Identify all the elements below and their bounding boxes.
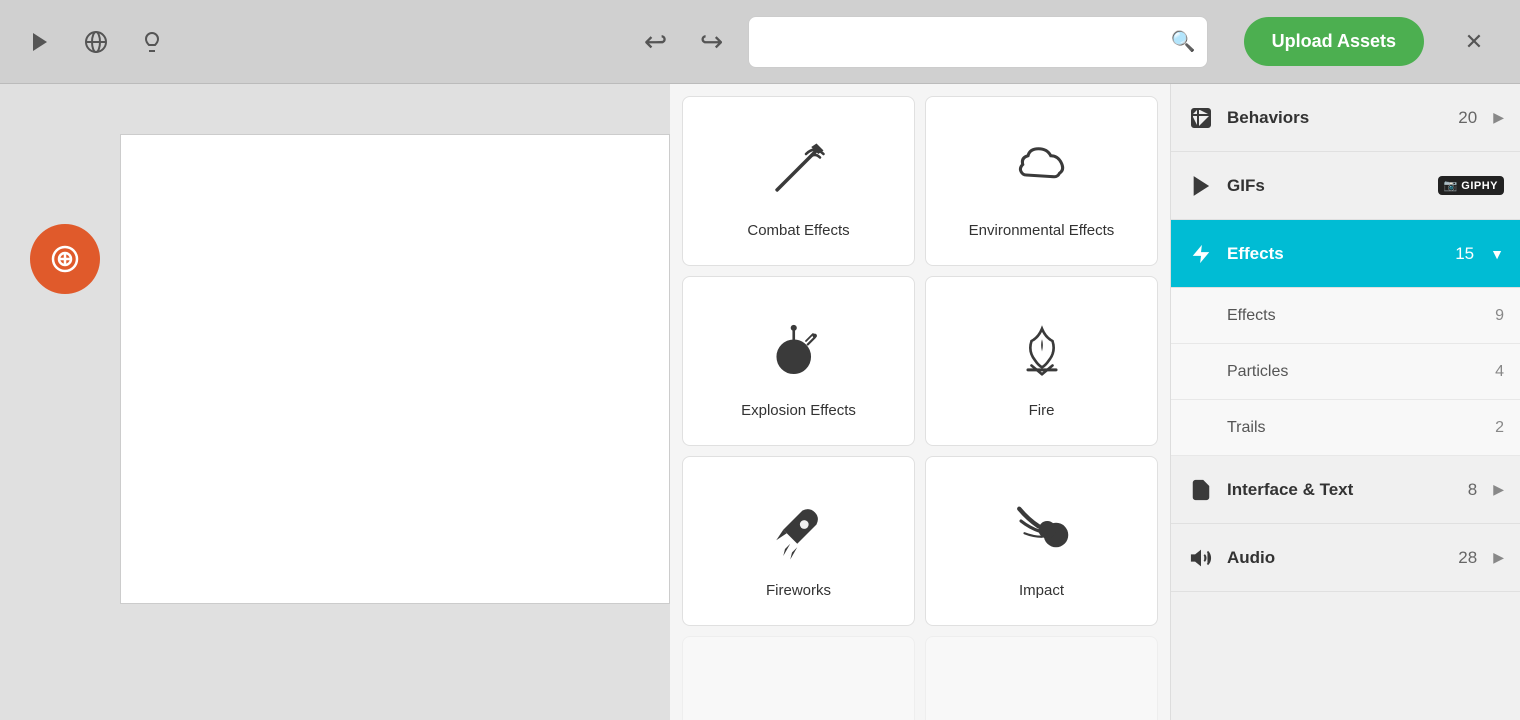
interface-text-count: 8 [1468,480,1477,500]
effects-count: 15 [1455,244,1474,264]
audio-chevron: ▶ [1493,549,1504,566]
audio-count: 28 [1458,548,1477,568]
toolbar: ↩ ↪ 🔍 Upload Assets ✕ [0,0,1520,84]
audio-icon [1187,544,1215,572]
combat-effects-label: Combat Effects [747,222,849,239]
play-icon[interactable] [20,22,60,62]
logo [30,224,100,294]
fireworks-card[interactable]: Fireworks [682,456,915,626]
fire-card[interactable]: Fire [925,276,1158,446]
sidebar-subitem-effects[interactable]: Effects 9 [1171,288,1520,344]
sidebar-item-gifs[interactable]: GIFs 📷 GIPHY [1171,152,1520,220]
explosion-effects-label: Explosion Effects [741,402,856,419]
behaviors-label: Behaviors [1227,108,1446,128]
lightbulb-icon[interactable] [132,22,172,62]
sidebar-subitem-particles[interactable]: Particles 4 [1171,344,1520,400]
search-icon[interactable]: 🔍 [1171,29,1196,54]
impact-icon [1002,488,1082,568]
main-content: Combat Effects Environmental Effects [0,84,1520,720]
particles-label: Particles [1227,363,1495,381]
effects-sub-count: 9 [1495,307,1504,325]
impact-label: Impact [1019,582,1064,599]
right-sidebar: Behaviors 20 ▶ GIFs 📷 GIPHY Effects 15 [1170,84,1520,720]
effects-sub-label: Effects [1227,307,1495,325]
environmental-effects-label: Environmental Effects [969,222,1115,239]
fire-label: Fire [1029,402,1055,419]
globe-icon[interactable] [76,22,116,62]
trails-count: 2 [1495,419,1504,437]
behaviors-count: 20 [1458,108,1477,128]
upload-assets-button[interactable]: Upload Assets [1244,17,1424,66]
explosion-effects-card[interactable]: Explosion Effects [682,276,915,446]
search-container: 🔍 [748,16,1208,68]
fireworks-icon [759,488,839,568]
combat-effects-card[interactable]: Combat Effects [682,96,915,266]
left-panel [0,84,670,720]
environmental-effects-icon [1002,128,1082,208]
canvas-area [120,134,670,604]
giphy-badge: 📷 GIPHY [1438,176,1504,195]
sidebar-item-interface-text[interactable]: Interface & Text 8 ▶ [1171,456,1520,524]
gifs-icon [1187,172,1215,200]
interface-text-chevron: ▶ [1493,481,1504,498]
fireworks-label: Fireworks [766,582,831,599]
sidebar-subitem-trails[interactable]: Trails 2 [1171,400,1520,456]
asset-grid: Combat Effects Environmental Effects [670,84,1170,720]
effects-label: Effects [1227,244,1443,264]
effects-icon [1187,240,1215,268]
behaviors-icon [1187,104,1215,132]
redo-icon[interactable]: ↪ [692,22,732,62]
sidebar-item-effects[interactable]: Effects 15 ▼ [1171,220,1520,288]
trails-label: Trails [1227,419,1495,437]
undo-icon[interactable]: ↩ [636,22,676,62]
sidebar-item-audio[interactable]: Audio 28 ▶ [1171,524,1520,592]
effects-chevron: ▼ [1490,246,1504,262]
interface-text-icon [1187,476,1215,504]
audio-label: Audio [1227,548,1446,568]
environmental-effects-card[interactable]: Environmental Effects [925,96,1158,266]
search-input[interactable] [748,16,1208,68]
impact-card[interactable]: Impact [925,456,1158,626]
particles-count: 4 [1495,363,1504,381]
combat-effects-icon [759,128,839,208]
sidebar-item-behaviors[interactable]: Behaviors 20 ▶ [1171,84,1520,152]
explosion-effects-icon [759,308,839,388]
gifs-label: GIFs [1227,176,1418,196]
fire-icon [1002,308,1082,388]
placeholder-card-2[interactable] [925,636,1158,720]
behaviors-chevron: ▶ [1493,109,1504,126]
close-button[interactable]: ✕ [1448,16,1500,68]
placeholder-card-1[interactable] [682,636,915,720]
interface-text-label: Interface & Text [1227,480,1456,500]
